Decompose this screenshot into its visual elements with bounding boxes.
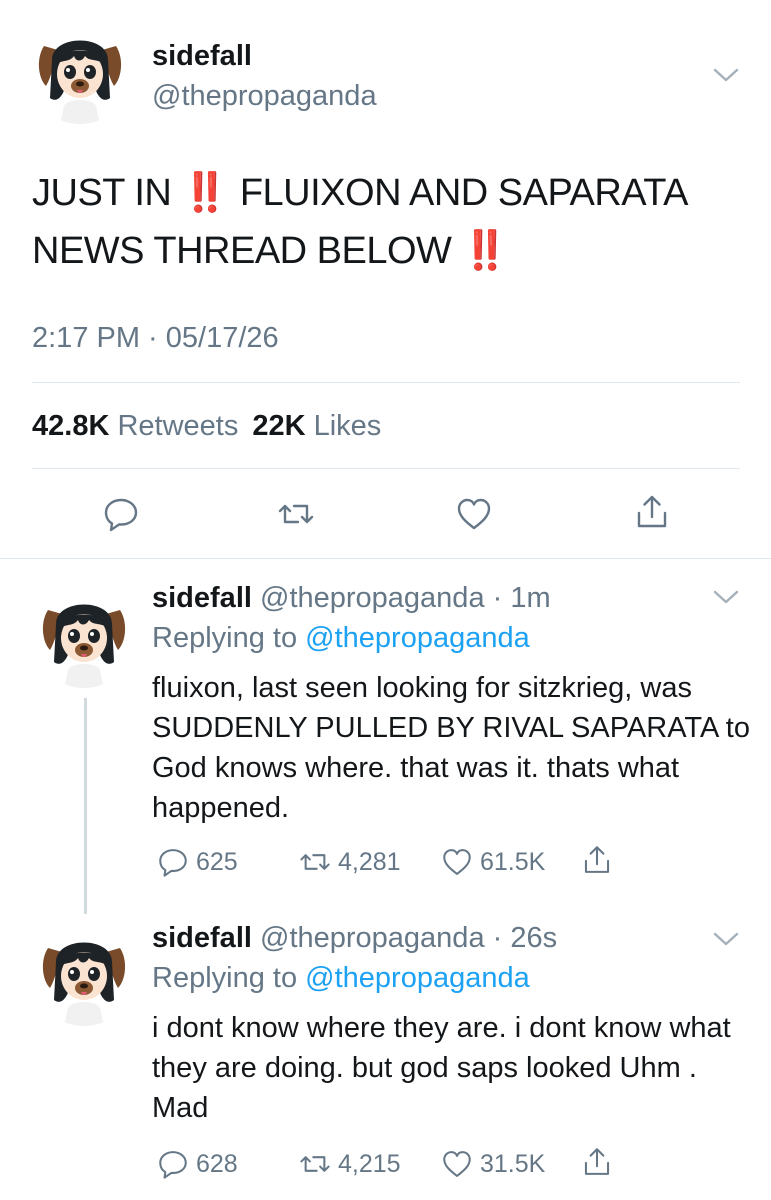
display-name[interactable]: sidefall [152, 582, 252, 614]
user-handle[interactable]: @thepropaganda [152, 80, 377, 113]
retweet-button[interactable] [276, 494, 316, 534]
tweet-text-part: JUST IN [32, 172, 182, 214]
retweet-icon [276, 494, 316, 534]
like-count: 31.5K [480, 1149, 546, 1178]
reply-icon [101, 494, 141, 534]
retweet-icon [298, 1147, 332, 1181]
retweets-label[interactable]: Retweets [117, 410, 238, 442]
avatar[interactable] [34, 926, 134, 1026]
reply-text: fluixon, last seen looking for sitzkrieg… [152, 672, 750, 824]
retweet-icon [298, 845, 332, 879]
retweet-button[interactable]: 4,215 [298, 1147, 401, 1181]
replying-to: Replying to @thepropaganda [152, 962, 530, 995]
like-button[interactable]: 61.5K [440, 845, 545, 879]
reply-text: i dont know where they are. i dont know … [152, 1012, 731, 1124]
replying-to: Replying to @thepropaganda [152, 622, 530, 655]
chevron-down-icon[interactable] [712, 66, 740, 84]
engagement-stats: 42.8K Retweets 22K Likes [32, 410, 381, 443]
share-button[interactable] [632, 492, 672, 532]
share-button[interactable] [580, 843, 620, 877]
reply-header: sidefall @thepropaganda · 1m [152, 582, 551, 614]
likes-label[interactable]: Likes [314, 410, 382, 442]
double-exclamation-emoji: ‼️ [461, 230, 508, 272]
reply-icon [156, 845, 190, 879]
like-button[interactable]: 31.5K [440, 1147, 545, 1181]
chevron-down-icon[interactable] [712, 588, 740, 606]
divider [0, 558, 771, 559]
avatar[interactable] [34, 588, 134, 688]
retweets-count[interactable]: 42.8K [32, 410, 109, 442]
like-icon [440, 845, 474, 879]
avatar-image [34, 588, 134, 688]
tweet-timestamp[interactable]: 2:17 PM · 05/17/26 [32, 322, 279, 355]
chevron-down-icon[interactable] [712, 930, 740, 948]
mention-link[interactable]: @thepropaganda [305, 622, 530, 654]
reply-icon [156, 1147, 190, 1181]
reply-count: 625 [196, 847, 238, 876]
like-icon [454, 494, 494, 534]
like-icon [440, 1147, 474, 1181]
replying-label: Replying to [152, 962, 298, 994]
tweet-text: JUST IN ‼️ FLUIXON AND SAPARATA NEWS THR… [32, 164, 747, 280]
avatar-image [30, 24, 130, 124]
replying-label: Replying to [152, 622, 298, 654]
reply-button[interactable]: 625 [156, 845, 238, 879]
share-button[interactable] [580, 1145, 620, 1179]
tweet-time[interactable]: 1m [510, 582, 550, 614]
reply-header: sidefall @thepropaganda · 26s [152, 922, 558, 954]
display-name[interactable]: sidefall [152, 40, 252, 73]
reply-button[interactable] [101, 494, 141, 534]
double-exclamation-emoji: ‼️ [181, 172, 228, 214]
reply-button[interactable]: 628 [156, 1147, 238, 1181]
share-icon [580, 843, 614, 877]
share-icon [580, 1145, 614, 1179]
like-button[interactable] [454, 494, 494, 534]
likes-count[interactable]: 22K [252, 410, 305, 442]
retweet-count: 4,281 [338, 847, 401, 876]
like-count: 61.5K [480, 847, 546, 876]
mention-link[interactable]: @thepropaganda [305, 962, 530, 994]
divider [32, 468, 740, 469]
divider [32, 382, 740, 383]
avatar[interactable] [30, 24, 130, 124]
retweet-button[interactable]: 4,281 [298, 845, 401, 879]
share-icon [632, 492, 672, 532]
avatar-image [34, 926, 134, 1026]
tweet-time[interactable]: 26s [510, 922, 557, 954]
user-handle[interactable]: @thepropaganda [260, 922, 485, 954]
retweet-count: 4,215 [338, 1149, 401, 1178]
user-handle[interactable]: @thepropaganda [260, 582, 485, 614]
thread-line [84, 698, 87, 914]
reply-count: 628 [196, 1149, 238, 1178]
display-name[interactable]: sidefall [152, 922, 252, 954]
